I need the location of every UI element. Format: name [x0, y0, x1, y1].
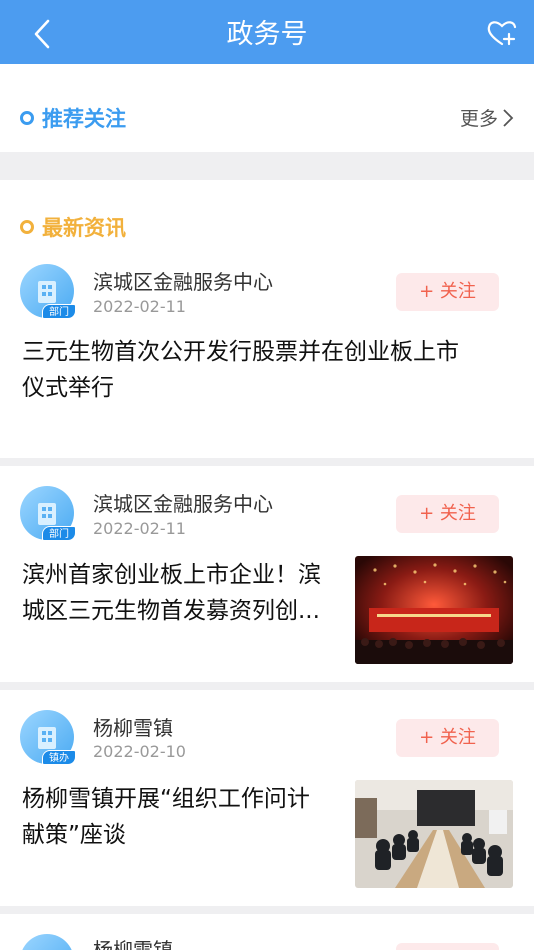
top-bar: 政务号: [0, 0, 534, 64]
follow-button[interactable]: + 关注: [396, 273, 499, 311]
avatar-badge: 部门: [42, 304, 76, 319]
avatar-badge: 部门: [42, 526, 76, 541]
building-icon: [38, 281, 56, 303]
article-source[interactable]: 滨城区金融服务中心: [93, 266, 273, 295]
follow-button[interactable]: [396, 943, 499, 950]
latest-header: 最新资讯: [20, 212, 126, 242]
avatar[interactable]: 部门: [20, 264, 76, 319]
recommend-dot-icon: [20, 111, 34, 125]
article-item-1[interactable]: 部门 滨城区金融服务中心 2022-02-11 + 关注 三元生物首次公开发行股…: [0, 244, 534, 458]
headline-line-1: 三元生物首次公开发行股票并在创业板上市: [22, 339, 459, 365]
article-item-3[interactable]: 镇办 杨柳雪镇 2022-02-10 + 关注 杨柳雪镇开展“组织工作问计 献策…: [0, 690, 534, 906]
article-item-2[interactable]: 部门 滨城区金融服务中心 2022-02-11 + 关注 滨州首家创业板上市企业…: [0, 466, 534, 682]
article-date: 2022-02-11: [93, 519, 186, 538]
avatar[interactable]: 部门: [20, 486, 76, 541]
building-icon: [38, 727, 56, 749]
avatar[interactable]: [20, 934, 74, 950]
latest-dot-icon: [20, 220, 34, 234]
article-thumbnail-ceremony[interactable]: [355, 556, 513, 664]
recommend-title: 推荐关注: [42, 107, 126, 131]
article-date: 2022-02-11: [93, 297, 186, 316]
latest-title: 最新资讯: [42, 216, 126, 240]
headline-line-2: 仪式举行: [22, 375, 114, 401]
chevron-right-icon: [503, 108, 514, 127]
headline-line-1: 杨柳雪镇开展“组织工作问计: [22, 786, 310, 812]
building-icon: [38, 503, 56, 525]
avatar[interactable]: 镇办: [20, 710, 76, 765]
article-date: 2022-02-10: [93, 742, 186, 761]
recommend-header: 推荐关注: [20, 103, 126, 133]
headline-line-1: 滨州首家创业板上市企业！滨: [22, 562, 321, 588]
article-headline[interactable]: 三元生物首次公开发行股票并在创业板上市 仪式举行: [22, 334, 459, 406]
heart-plus-icon[interactable]: [486, 18, 518, 48]
article-headline[interactable]: 滨州首家创业板上市企业！滨 城区三元生物首发募资列创...: [22, 557, 321, 629]
follow-button[interactable]: + 关注: [396, 495, 499, 533]
page-title: 政务号: [226, 19, 308, 50]
article-source[interactable]: 杨柳雪镇: [93, 934, 173, 950]
more-label: 更多: [459, 108, 498, 130]
follow-button[interactable]: + 关注: [396, 719, 499, 757]
article-item-4[interactable]: 杨柳雪镇: [0, 914, 534, 950]
article-thumbnail-meeting[interactable]: [355, 780, 513, 888]
article-source[interactable]: 滨城区金融服务中心: [93, 488, 273, 517]
article-headline[interactable]: 杨柳雪镇开展“组织工作问计 献策”座谈: [22, 781, 310, 853]
article-source[interactable]: 杨柳雪镇: [93, 712, 173, 741]
headline-line-2: 献策”座谈: [22, 822, 126, 848]
headline-line-2: 城区三元生物首发募资列创...: [22, 598, 320, 624]
more-link[interactable]: 更多: [460, 104, 514, 131]
avatar-badge: 镇办: [42, 750, 76, 765]
